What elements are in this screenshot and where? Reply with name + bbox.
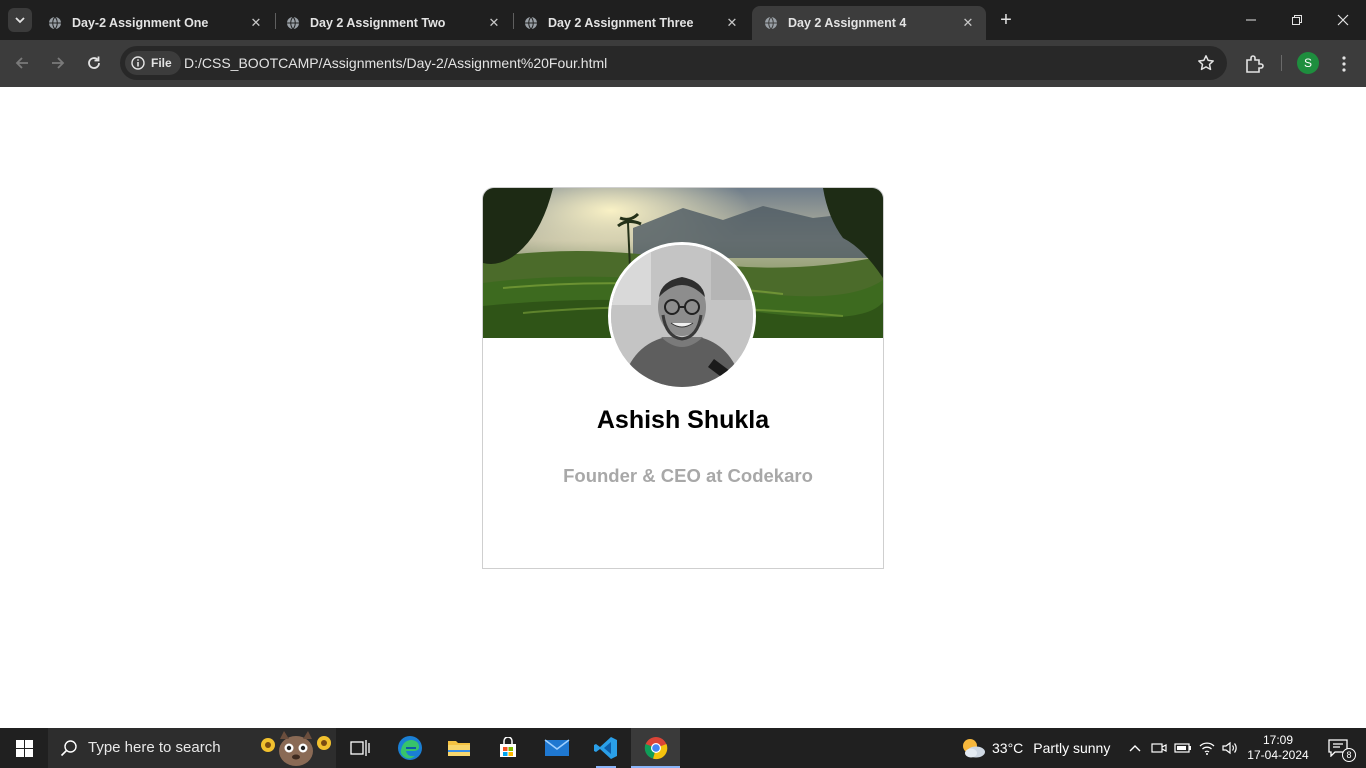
task-view-icon — [350, 740, 370, 756]
forward-button[interactable] — [44, 49, 72, 77]
file-explorer-taskbar-button[interactable] — [435, 728, 483, 768]
camera-icon — [1151, 743, 1167, 753]
close-icon[interactable]: ✕ — [246, 13, 266, 33]
chrome-icon — [644, 737, 667, 760]
chevron-up-icon — [1129, 745, 1141, 752]
mail-taskbar-button[interactable] — [533, 728, 581, 768]
profile-avatar-button[interactable]: S — [1297, 52, 1319, 74]
globe-icon — [287, 16, 299, 30]
minimize-button[interactable] — [1228, 0, 1274, 40]
battery-icon — [1174, 743, 1191, 753]
mail-icon — [544, 739, 570, 756]
clock-date: 17-04-2024 — [1247, 748, 1309, 762]
profile-card: Ashish Shukla Founder & CEO at Codekaro — [482, 187, 884, 569]
tab-title: Day 2 Assignment Three — [548, 16, 694, 30]
restore-button[interactable] — [1274, 0, 1320, 40]
weather-widget[interactable]: 33°C Partly sunny — [956, 728, 1112, 768]
weather-temp: 33°C — [992, 740, 1024, 756]
tab-assignment-4[interactable]: Day 2 Assignment 4 ✕ — [752, 6, 986, 40]
toolbar-divider — [1281, 55, 1282, 71]
windows-logo-icon — [15, 739, 33, 757]
profile-role: Founder & CEO at Codekaro — [563, 465, 813, 486]
tab-title: Day 2 Assignment Two — [310, 16, 446, 30]
more-vertical-icon — [1342, 56, 1346, 72]
chip-label: File — [151, 56, 172, 70]
browser-toolbar: File D:/CSS_BOOTCAMP/Assignments/Day-2/A… — [0, 40, 1366, 87]
close-icon — [1337, 14, 1349, 26]
edge-taskbar-button[interactable] — [386, 728, 434, 768]
globe-icon — [765, 16, 777, 30]
close-icon[interactable]: ✕ — [958, 13, 978, 33]
meet-now-button[interactable] — [1148, 728, 1170, 768]
partly-sunny-icon — [963, 739, 985, 758]
search-icon — [60, 740, 77, 757]
tab-assignment-two[interactable]: Day 2 Assignment Two ✕ — [274, 6, 512, 40]
info-icon — [131, 56, 145, 70]
store-taskbar-button[interactable] — [484, 728, 532, 768]
url-text[interactable]: D:/CSS_BOOTCAMP/Assignments/Day-2/Assign… — [184, 55, 607, 71]
chrome-taskbar-button[interactable] — [631, 728, 680, 768]
edge-icon — [398, 736, 422, 760]
bookmark-star-icon[interactable] — [1197, 54, 1215, 72]
extensions-puzzle-icon[interactable] — [1242, 52, 1266, 76]
globe-icon — [49, 16, 61, 30]
notification-center-button[interactable]: 8 — [1318, 728, 1358, 768]
start-button[interactable] — [0, 728, 48, 768]
back-button[interactable] — [8, 49, 36, 77]
tab-strip: Day-2 Assignment One ✕ Day 2 Assignment … — [0, 0, 1366, 40]
arrow-left-icon — [15, 57, 28, 69]
menu-button[interactable] — [1332, 52, 1356, 76]
tab-assignment-three[interactable]: Day 2 Assignment Three ✕ — [512, 6, 750, 40]
tab-title: Day-2 Assignment One — [72, 16, 209, 30]
clock-time: 17:09 — [1262, 733, 1294, 747]
avatar — [608, 242, 756, 390]
show-hidden-icons-button[interactable] — [1124, 728, 1146, 768]
task-view-button[interactable] — [336, 728, 384, 768]
tab-search-button[interactable] — [8, 8, 32, 32]
globe-icon — [525, 16, 537, 30]
vscode-taskbar-button[interactable] — [582, 728, 630, 768]
reload-button[interactable] — [80, 49, 108, 77]
site-info-chip[interactable]: File — [125, 51, 181, 75]
chevron-down-icon — [15, 17, 25, 24]
restore-icon — [1292, 15, 1302, 25]
speaker-icon — [1222, 741, 1237, 755]
wifi-icon — [1199, 742, 1215, 755]
taskbar-search[interactable]: Type here to search — [48, 728, 336, 768]
close-window-button[interactable] — [1320, 0, 1366, 40]
clock[interactable]: 17:09 17-04-2024 — [1244, 728, 1312, 768]
store-icon — [500, 737, 516, 757]
network-button[interactable] — [1196, 728, 1218, 768]
taskbar: Type here to search 33°C Partly sunny 17… — [0, 728, 1366, 768]
profile-name: Ashish Shukla — [596, 406, 770, 434]
tab-title: Day 2 Assignment 4 — [788, 16, 907, 30]
new-tab-button[interactable]: + — [994, 8, 1018, 32]
folder-icon — [448, 741, 470, 756]
battery-button[interactable] — [1172, 728, 1194, 768]
close-icon[interactable]: ✕ — [484, 13, 504, 33]
reload-icon — [88, 56, 100, 69]
vscode-icon — [594, 737, 617, 759]
notification-badge: 8 — [1342, 748, 1356, 762]
volume-button[interactable] — [1219, 728, 1241, 768]
close-icon[interactable]: ✕ — [722, 13, 742, 33]
address-bar[interactable]: File D:/CSS_BOOTCAMP/Assignments/Day-2/A… — [120, 46, 1227, 80]
tab-assignment-one[interactable]: Day-2 Assignment One ✕ — [36, 6, 274, 40]
weather-desc: Partly sunny — [1033, 740, 1111, 756]
minimize-icon — [1246, 19, 1256, 21]
search-highlight-icon — [261, 731, 331, 766]
page-viewport: Ashish Shukla Founder & CEO at Codekaro — [0, 87, 1366, 728]
arrow-right-icon — [52, 57, 65, 69]
search-placeholder: Type here to search — [88, 739, 221, 756]
